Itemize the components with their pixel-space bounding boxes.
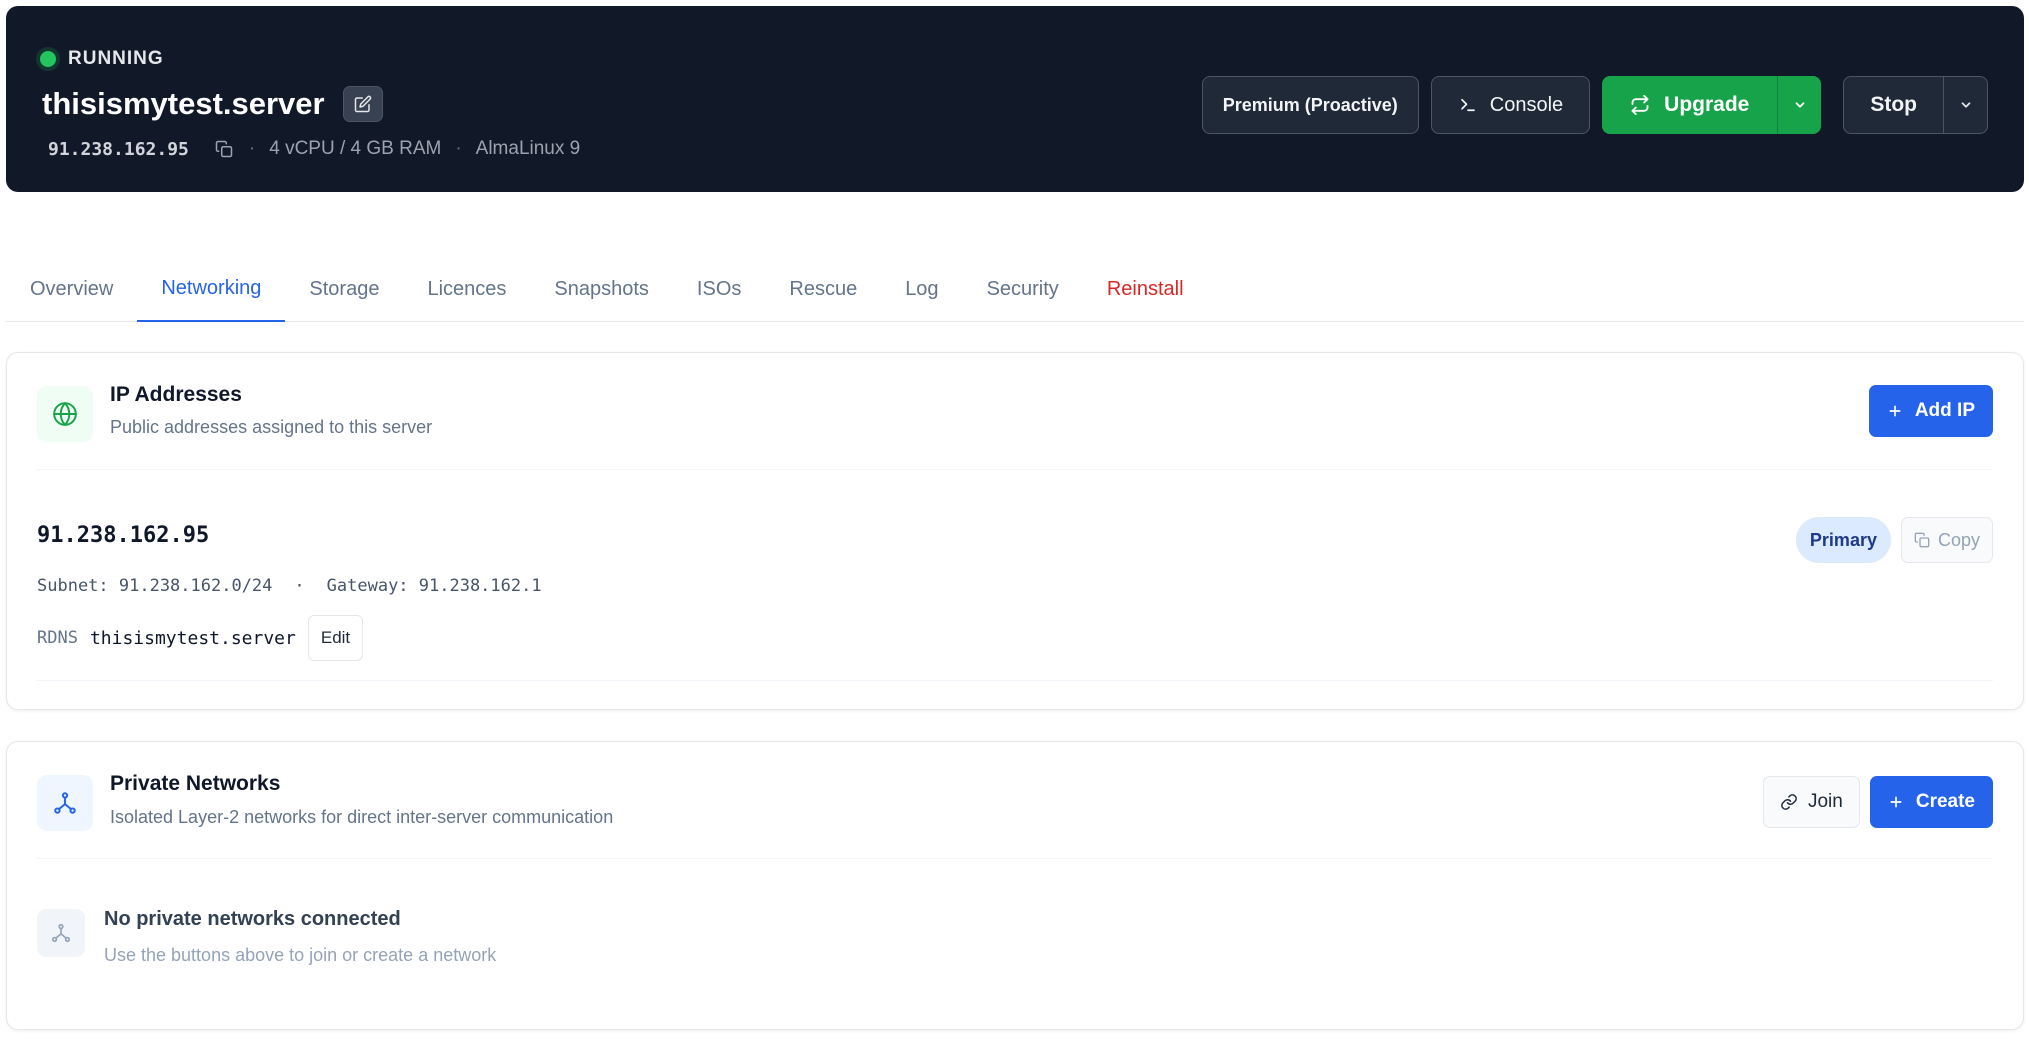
server-status: RUNNING (40, 48, 164, 70)
primary-badge: Primary (1795, 517, 1891, 563)
server-os: AlmaLinux 9 (475, 138, 581, 159)
pencil-square-icon (354, 95, 371, 113)
meta-separator: · (248, 138, 256, 159)
console-label: Console (1489, 93, 1564, 116)
chevron-down-icon (1961, 102, 1970, 108)
stop-button-group: Stop (1843, 76, 1988, 134)
network-nodes-icon (51, 923, 71, 943)
ip-card-subtitle: Public addresses assigned to this server (110, 417, 433, 437)
terminal-icon (1460, 98, 1475, 112)
server-title: thisismytest.server (42, 86, 383, 122)
tab-licences[interactable]: Licences (403, 256, 530, 322)
server-actions: Premium (Proactive) Console Upgrade Stop (1201, 76, 1988, 134)
create-network-button[interactable]: Create (1869, 776, 1993, 828)
upgrade-dropdown-button[interactable] (1777, 76, 1821, 134)
card-divider (37, 858, 1993, 859)
gateway-text: Gateway: 91.238.162.1 (326, 576, 542, 596)
copy-label: Copy (1937, 529, 1980, 550)
link-icon (1781, 794, 1797, 810)
tab-security[interactable]: Security (963, 256, 1083, 322)
edit-rdns-button[interactable]: Edit (307, 615, 364, 661)
copy-icon (215, 140, 233, 158)
server-spec: 4 vCPU / 4 GB RAM (269, 138, 442, 159)
copy-ip-address-button[interactable]: Copy (1900, 517, 1993, 563)
arrows-exchange-icon (1631, 95, 1649, 115)
empty-state-icon (37, 909, 85, 957)
upgrade-button[interactable]: Upgrade (1602, 76, 1777, 134)
globe-icon (53, 402, 77, 426)
tab-bar: Overview Networking Storage Licences Sna… (6, 256, 2024, 322)
empty-state-title: No private networks connected (104, 908, 401, 930)
network-nodes-icon (54, 792, 76, 814)
server-header: RUNNING thisismytest.server 91.238.162.9… (6, 6, 2024, 192)
hostname: thisismytest.server (42, 86, 325, 121)
join-label: Join (1807, 791, 1843, 812)
add-ip-button[interactable]: Add IP (1868, 385, 1993, 437)
ip-addresses-card: IP Addresses Public addresses assigned t… (6, 352, 2024, 710)
tab-log[interactable]: Log (881, 256, 962, 322)
tab-snapshots[interactable]: Snapshots (530, 256, 673, 322)
stop-label: Stop (1870, 93, 1917, 116)
card-divider (37, 680, 1993, 681)
join-network-button[interactable]: Join (1762, 776, 1860, 828)
upgrade-button-group: Upgrade (1602, 76, 1822, 134)
rdns-value: thisismytest.server (89, 627, 296, 649)
private-networks-title: Private Networks (110, 772, 281, 795)
meta-separator: · (455, 138, 462, 159)
server-meta: 91.238.162.95 · 4 vCPU / 4 GB RAM · Alma… (48, 138, 580, 160)
edit-hostname-button[interactable] (342, 86, 383, 122)
tab-storage[interactable]: Storage (285, 256, 403, 322)
private-networks-card: Private Networks Isolated Layer-2 networ… (6, 741, 2024, 1030)
private-networks-subtitle: Isolated Layer-2 networks for direct int… (110, 807, 614, 827)
stop-button[interactable]: Stop (1844, 77, 1943, 133)
empty-state-subtitle: Use the buttons above to join or create … (104, 945, 497, 965)
tab-isos[interactable]: ISOs (673, 256, 765, 322)
private-networks-card-icon (37, 775, 93, 831)
card-divider (37, 469, 1993, 470)
ip-row-actions: Primary Copy (1795, 517, 1993, 563)
chevron-down-icon (1795, 102, 1805, 108)
server-ip: 91.238.162.95 (48, 138, 189, 160)
ip-card-title: IP Addresses (110, 383, 242, 406)
status-text: RUNNING (68, 48, 164, 69)
plan-label: Premium (Proactive) (1222, 94, 1398, 115)
subnet-text: Subnet: 91.238.162.0/24 (37, 576, 273, 596)
console-button[interactable]: Console (1430, 76, 1591, 134)
tab-reinstall[interactable]: Reinstall (1083, 256, 1208, 322)
copy-ip-button[interactable] (213, 138, 235, 160)
add-ip-label: Add IP (1914, 400, 1975, 421)
upgrade-label: Upgrade (1664, 93, 1750, 116)
tab-networking[interactable]: Networking (137, 256, 286, 322)
detail-separator: · (294, 576, 305, 596)
ip-address: 91.238.162.95 (37, 523, 210, 548)
plus-icon (1890, 796, 1902, 808)
ip-details: Subnet: 91.238.162.0/24 · Gateway: 91.23… (37, 576, 542, 596)
plus-icon (1889, 405, 1901, 417)
plan-button[interactable]: Premium (Proactive) (1201, 76, 1419, 134)
status-dot-icon (40, 51, 56, 67)
stop-dropdown-button[interactable] (1943, 77, 1987, 133)
private-networks-actions: Join Create (1762, 776, 1993, 828)
tab-overview[interactable]: Overview (6, 256, 137, 322)
rdns-row: RDNS thisismytest.server Edit (37, 615, 364, 661)
rdns-label: RDNS (37, 628, 78, 648)
ip-card-icon (37, 386, 93, 442)
copy-icon (1914, 532, 1930, 548)
create-label: Create (1915, 791, 1975, 812)
tab-rescue[interactable]: Rescue (765, 256, 881, 322)
